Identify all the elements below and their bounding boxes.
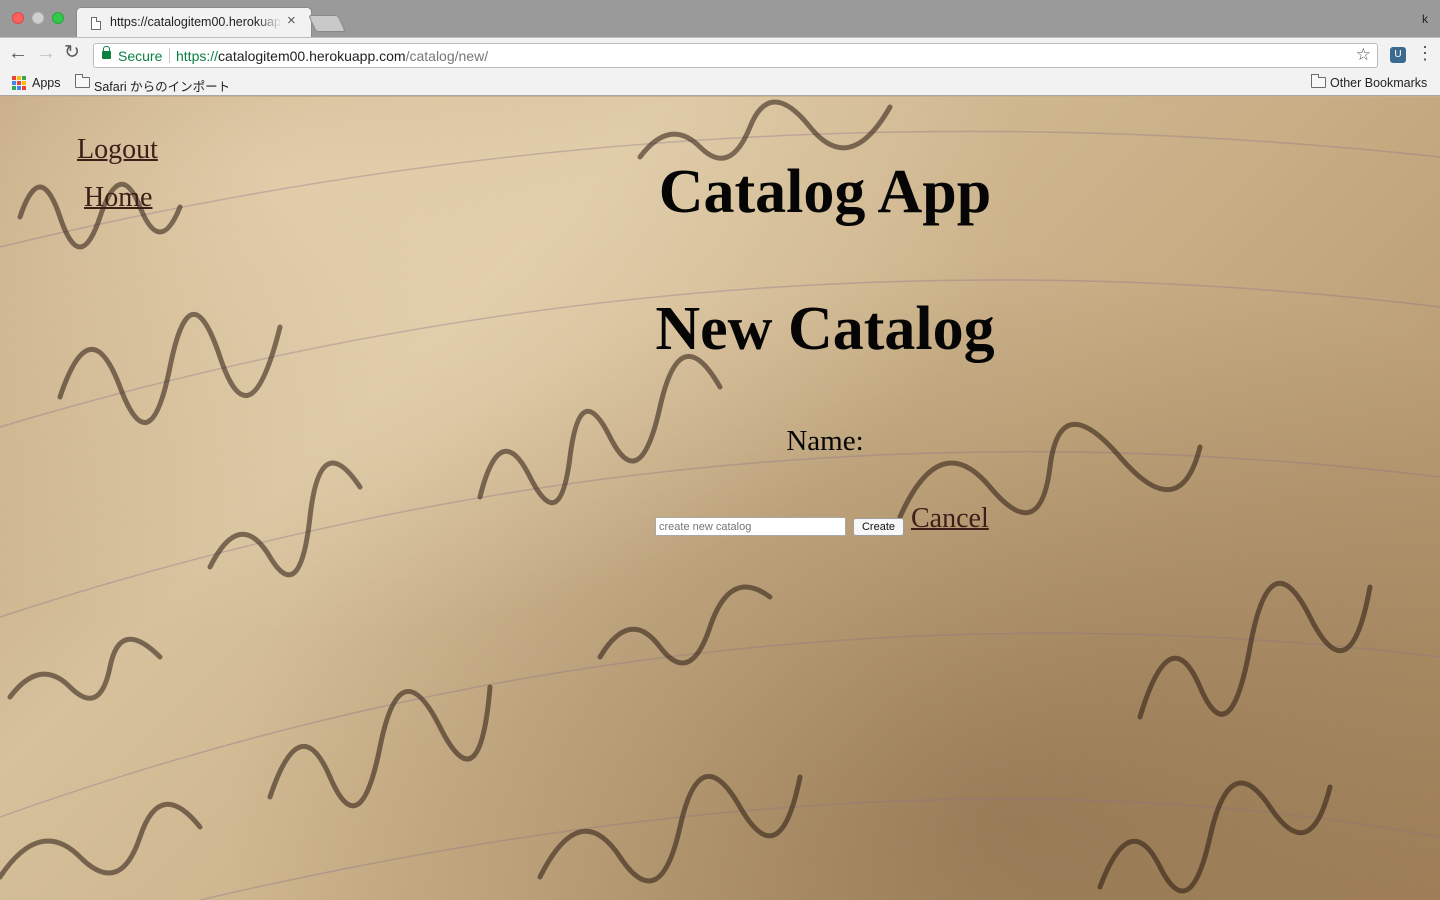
browser-toolbar: ← → ↻ Secure https://catalogitem00.herok… xyxy=(0,37,1440,71)
url-path: /catalog/new/ xyxy=(405,48,489,64)
page-title: New Catalog xyxy=(655,295,995,363)
bookmark-other[interactable]: Other Bookmarks xyxy=(1330,76,1427,90)
reload-icon[interactable]: ↻ xyxy=(64,43,80,63)
name-label: Name: xyxy=(786,425,864,457)
bookmark-apps[interactable]: Apps xyxy=(32,76,61,90)
apps-grid-icon[interactable] xyxy=(12,76,26,90)
close-window-button[interactable] xyxy=(12,12,24,24)
profile-initial[interactable]: k xyxy=(1422,12,1428,26)
tab-title: https://catalogitem00.herokuapp.com/cata… xyxy=(110,15,282,29)
forward-arrow-icon[interactable]: → xyxy=(36,43,56,63)
folder-icon xyxy=(1311,74,1326,88)
url-host: catalogitem00.herokuapp.com xyxy=(218,48,406,64)
minimize-window-button[interactable] xyxy=(32,12,44,24)
star-icon[interactable]: ☆ xyxy=(1356,45,1371,65)
new-tab-button[interactable] xyxy=(308,15,346,32)
more-menu-icon[interactable]: ⋮ xyxy=(1416,44,1434,62)
page-content: Logout Home Catalog App New Catalog Name… xyxy=(0,97,1440,900)
catalog-name-input[interactable] xyxy=(655,517,846,536)
browser-tab-active[interactable]: https://catalogitem00.herokuapp.com/cata… xyxy=(76,7,312,37)
bookmark-safari-import[interactable]: Safari からのインポート xyxy=(94,76,230,95)
folder-icon xyxy=(75,74,90,88)
lock-icon xyxy=(102,46,111,59)
url-text[interactable]: https://catalogitem00.herokuapp.com/cata… xyxy=(176,48,488,64)
address-separator xyxy=(169,48,170,63)
app-title: Catalog App xyxy=(658,158,992,226)
document-icon xyxy=(91,17,101,30)
tab-strip: https://catalogitem00.herokuapp.com/cata… xyxy=(0,0,1440,37)
cancel-link[interactable]: Cancel xyxy=(911,503,989,535)
address-bar[interactable]: Secure https://catalogitem00.herokuapp.c… xyxy=(93,43,1378,68)
back-arrow-icon[interactable]: ← xyxy=(8,43,28,63)
url-scheme: https:// xyxy=(176,48,219,64)
extension-icon[interactable]: U xyxy=(1390,47,1406,63)
secure-label: Secure xyxy=(118,48,163,64)
create-button[interactable]: Create xyxy=(853,518,904,536)
tab-close-icon[interactable]: × xyxy=(287,12,296,29)
bookmarks-bar: Apps Safari からのインポート Other Bookmarks xyxy=(0,71,1440,96)
maximize-window-button[interactable] xyxy=(52,12,64,24)
